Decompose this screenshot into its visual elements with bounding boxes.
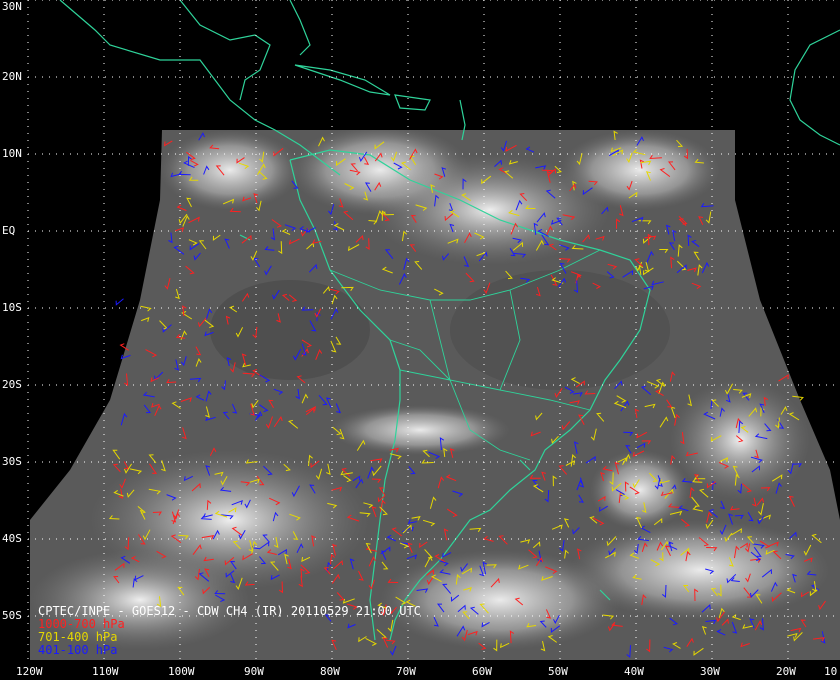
image-title: CPTEC/INPE - GOES12 - CDW CH4 (IR) 20110… bbox=[38, 604, 421, 618]
latitude-label: EQ bbox=[2, 224, 16, 237]
florida-coast bbox=[289, 0, 311, 56]
longitude-label: 100W bbox=[168, 665, 195, 678]
latitude-label: 20S bbox=[2, 378, 22, 391]
latitude-label: 20N bbox=[2, 70, 22, 83]
latitude-label: 30S bbox=[2, 455, 22, 468]
longitude-label: 70W bbox=[396, 665, 416, 678]
satellite-wind-map bbox=[27, 0, 840, 660]
hispaniola-coast bbox=[394, 94, 431, 111]
longitude-label: 50W bbox=[548, 665, 568, 678]
longitude-label: 30W bbox=[700, 665, 720, 678]
cuba-coast bbox=[294, 64, 391, 96]
latitude-label: 10S bbox=[2, 301, 22, 314]
latitude-label: 10N bbox=[2, 147, 22, 160]
latitude-label: 50S bbox=[2, 609, 22, 622]
longitude-label: 120W bbox=[16, 665, 43, 678]
longitude-label: 90W bbox=[244, 665, 264, 678]
legend-high: 401-100 hPa bbox=[38, 643, 118, 657]
longitude-label: 10 bbox=[824, 665, 838, 678]
gulf-coast bbox=[179, 0, 271, 101]
longitude-label: 40W bbox=[624, 665, 644, 678]
wind-barb bbox=[115, 298, 124, 306]
latitude-label: 40S bbox=[2, 532, 22, 545]
longitude-label: 80W bbox=[320, 665, 340, 678]
longitude-label: 110W bbox=[92, 665, 119, 678]
latitude-label: 30N bbox=[2, 0, 22, 13]
africa-coast bbox=[789, 29, 840, 146]
longitude-label: 60W bbox=[472, 665, 492, 678]
longitude-label: 20W bbox=[776, 665, 796, 678]
